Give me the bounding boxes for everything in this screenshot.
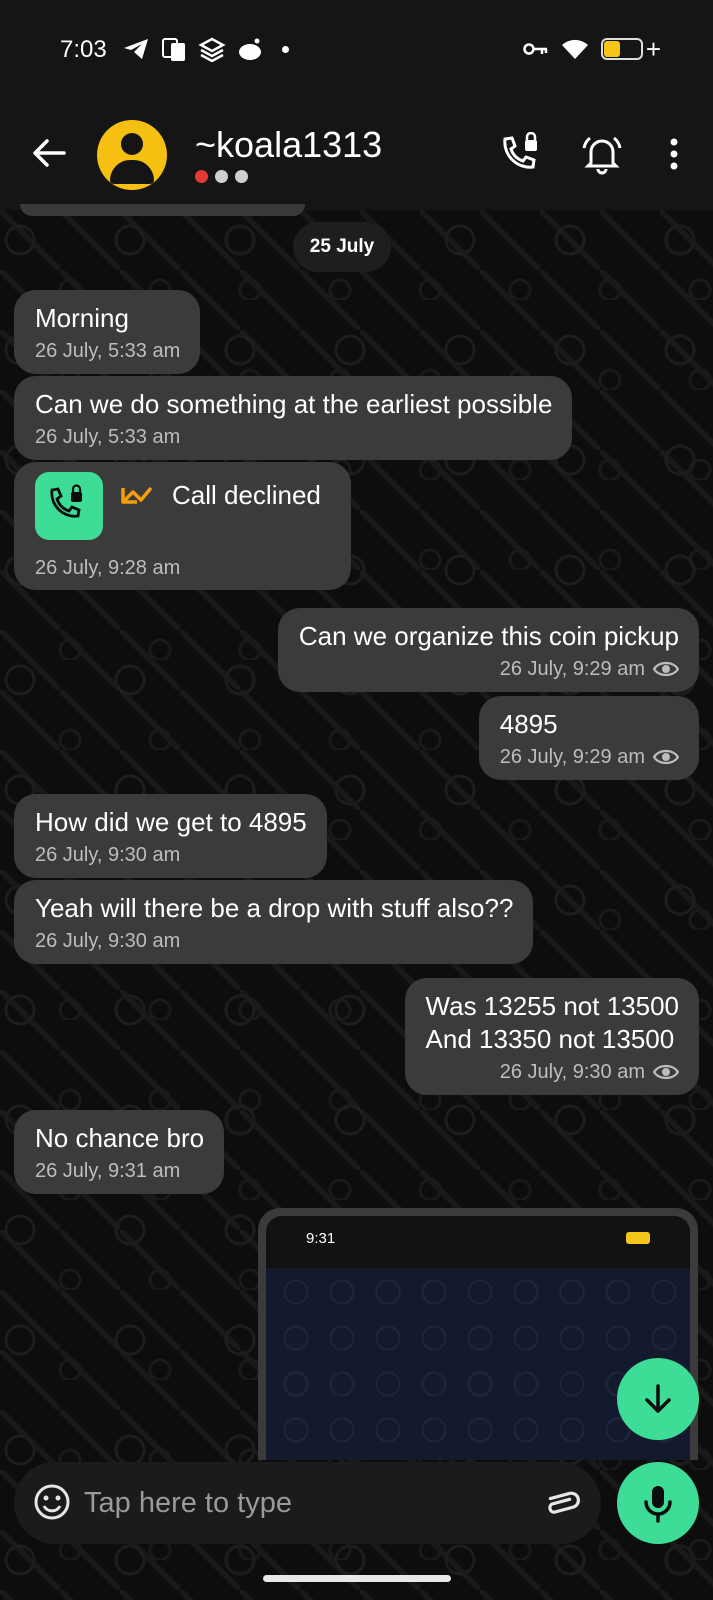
message-time: 26 July, 9:30 am (35, 930, 181, 952)
message-time: 26 July, 9:31 am (35, 1160, 181, 1182)
arrow-down-icon (645, 1384, 671, 1413)
message-time: 26 July, 9:30 am (499, 1061, 645, 1083)
status-bar: 7:03 + (0, 0, 713, 100)
message-text: Was 13255 not 13500 And 13350 not 13500 (425, 991, 679, 1054)
wifi-icon (562, 39, 588, 59)
avatar-head (121, 133, 143, 155)
microphone-icon (644, 1486, 672, 1523)
battery-level (604, 41, 620, 57)
system-icons: + (523, 34, 661, 64)
avatar[interactable] (97, 120, 167, 190)
message-bubble-outgoing[interactable]: Was 13255 not 13500 And 13350 not 13500 … (404, 978, 699, 1095)
home-indicator[interactable] (263, 1575, 451, 1582)
message-text: Yeah will there be a drop with stuff als… (35, 893, 514, 923)
message-bubble-incoming[interactable]: How did we get to 4895 26 July, 9:30 am (14, 794, 327, 878)
message-text: No chance bro (35, 1123, 205, 1153)
more-vertical-icon[interactable] (652, 132, 696, 176)
call-status-text: Call declined (172, 480, 321, 510)
eye-icon (653, 749, 679, 765)
secure-call-icon (50, 484, 82, 518)
message-composer (14, 1462, 601, 1544)
message-time: 26 July, 9:29 am (499, 746, 645, 768)
message-time: 26 July, 5:33 am (35, 426, 181, 448)
eye-icon (653, 661, 679, 677)
status-time: 7:03 (60, 36, 107, 63)
message-bubble-incoming[interactable]: Can we do something at the earliest poss… (14, 376, 573, 460)
voice-message-button[interactable] (617, 1462, 699, 1544)
bell-icon[interactable] (580, 132, 624, 176)
thumbnail-battery (626, 1232, 650, 1244)
scroll-down-button[interactable] (617, 1358, 699, 1440)
thumbnail-status-time: 9:31 (306, 1230, 336, 1247)
battery-icon: + (601, 34, 661, 64)
emoji-icon[interactable] (32, 1482, 72, 1522)
message-input[interactable] (84, 1476, 524, 1530)
message-bubble-outgoing[interactable]: 4895 26 July, 9:29 am (478, 696, 699, 780)
chat-header: ~koala1313 (0, 100, 713, 210)
notification-icons (122, 36, 289, 62)
message-text: 4895 (499, 709, 558, 739)
charging-icon: + (645, 34, 661, 64)
reddit-icon (239, 38, 261, 60)
message-text: How did we get to 4895 (35, 807, 307, 837)
message-bubble-incoming[interactable]: Morning 26 July, 5:33 am (14, 290, 201, 374)
cards-icon (162, 38, 185, 61)
date-separator: 25 July (293, 222, 391, 272)
message-time: 26 July, 9:28 am (35, 557, 181, 579)
message-bubble-incoming[interactable]: No chance bro 26 July, 9:31 am (14, 1110, 225, 1194)
message-text: Can we organize this coin pickup (298, 621, 679, 651)
call-message-bubble[interactable]: Call declined 26 July, 9:28 am (14, 462, 351, 590)
more-notifications-dot (282, 45, 289, 53)
message-time: 26 July, 9:29 am (499, 658, 645, 680)
back-arrow-icon[interactable] (28, 132, 70, 174)
message-text: Morning (35, 303, 129, 333)
message-time: 26 July, 5:33 am (35, 340, 181, 362)
message-bubble-incoming[interactable]: Yeah will there be a drop with stuff als… (14, 880, 534, 964)
avatar-body (110, 160, 154, 184)
eye-icon (653, 1064, 679, 1080)
stack-icon (198, 37, 226, 62)
message-time: 26 July, 9:30 am (35, 844, 181, 866)
call-icon-tile (35, 472, 103, 540)
vpn-key-icon (523, 43, 548, 55)
contact-name[interactable]: ~koala1313 (195, 124, 382, 166)
telegram-icon (124, 39, 148, 59)
paperclip-icon[interactable] (544, 1484, 584, 1522)
message-text: Can we do something at the earliest poss… (35, 389, 553, 419)
message-bubble-outgoing[interactable]: Can we organize this coin pickup 26 July… (277, 608, 699, 692)
secure-call-icon[interactable] (497, 132, 541, 176)
call-declined-arrow-icon (121, 486, 153, 504)
presence-dots (195, 170, 248, 183)
previous-message-bubble (20, 204, 305, 216)
